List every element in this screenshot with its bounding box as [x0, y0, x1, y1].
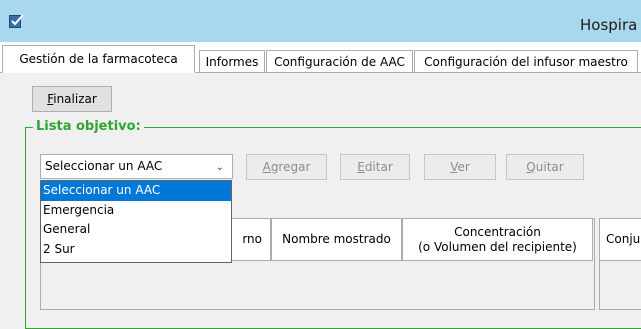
dropdown-option-general[interactable]: General — [41, 220, 231, 240]
table-header-concentration[interactable]: Concentración (o Volumen del recipiente) — [402, 218, 593, 261]
table-header-right-partial[interactable]: Conjur — [599, 218, 641, 261]
aac-dropdown-list: Seleccionar un AAC Emergencia General 2 … — [40, 180, 232, 263]
concentration-label: Concentración — [454, 224, 541, 239]
table-header-display-name[interactable]: Nombre mostrado — [271, 218, 402, 261]
finalize-button[interactable]: Finalizar — [32, 86, 112, 112]
remove-button[interactable]: Quitar — [506, 154, 584, 180]
target-list-label: Lista objetivo: — [33, 119, 144, 134]
chevron-down-icon[interactable]: ⌄ — [216, 156, 224, 179]
dropdown-option-emergencia[interactable]: Emergencia — [41, 201, 231, 221]
view-button[interactable]: Ver — [424, 154, 496, 180]
title-bar — [0, 0, 641, 42]
app-checkmark-icon — [9, 14, 24, 28]
dropdown-option-select-aac[interactable]: Seleccionar un AAC — [41, 181, 231, 201]
dropdown-option-2-sur[interactable]: 2 Sur — [41, 240, 231, 260]
tab-pharmacy-library[interactable]: Gestión de la farmacoteca — [2, 45, 195, 73]
aac-select-value: Seleccionar un AAC — [45, 159, 163, 173]
tab-reports[interactable]: Informes — [199, 50, 265, 72]
tab-aac-configuration[interactable]: Configuración de AAC — [266, 50, 413, 72]
add-button[interactable]: Agregar — [246, 154, 327, 180]
tab-master-infuser-configuration[interactable]: Configuración del infusor maestro — [414, 50, 638, 72]
edit-button[interactable]: Editar — [340, 154, 410, 180]
container-volume-label: (o Volumen del recipiente) — [418, 239, 577, 254]
aac-select[interactable]: Seleccionar un AAC ⌄ — [40, 154, 233, 179]
window-title: Hospira — [580, 16, 638, 34]
